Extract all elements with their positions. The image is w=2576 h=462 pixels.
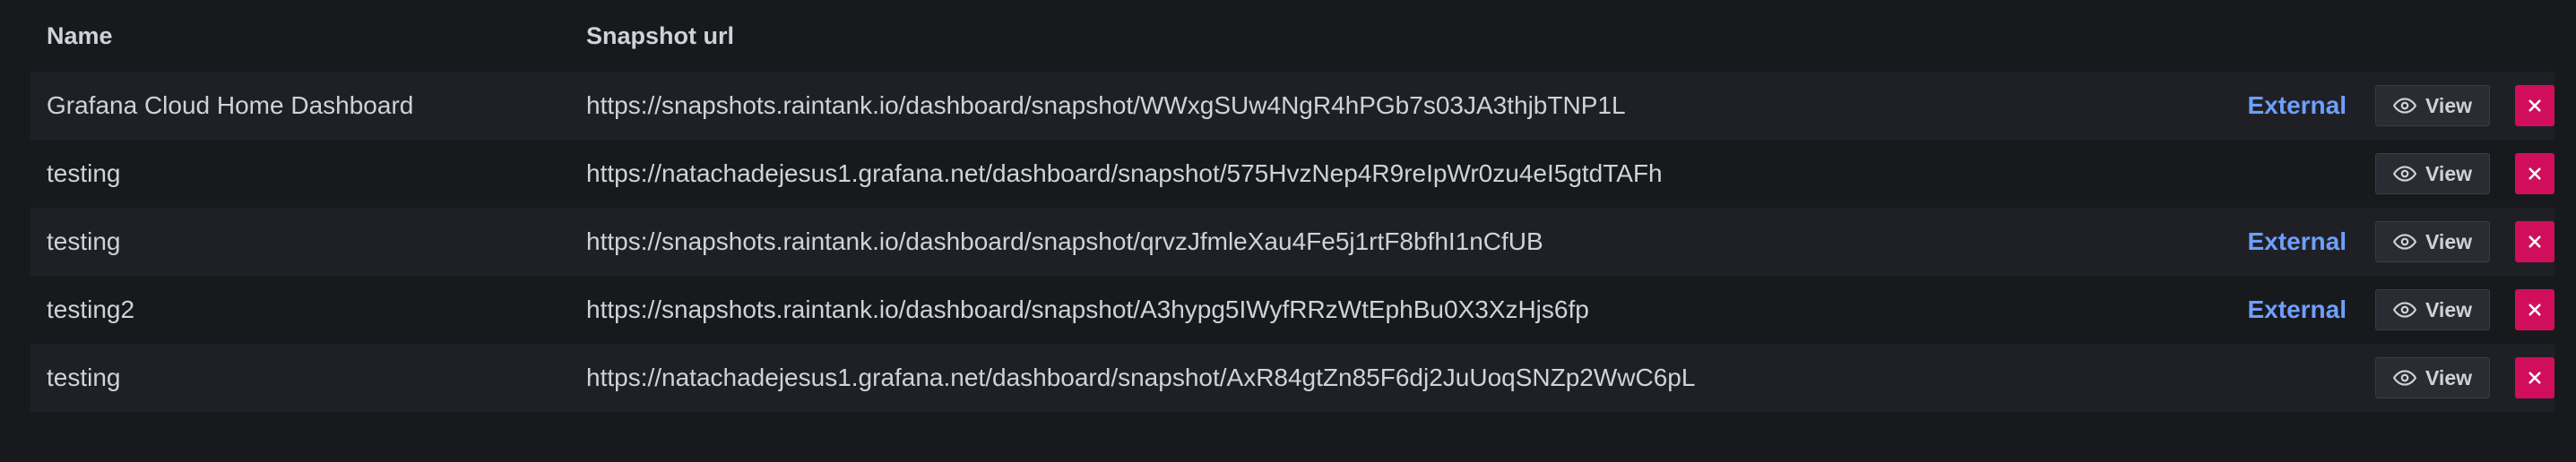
close-icon bbox=[2528, 235, 2541, 248]
snapshot-name: testing bbox=[47, 364, 121, 391]
snapshot-name: testing bbox=[47, 159, 121, 187]
view-button-label: View bbox=[2425, 161, 2472, 185]
table-row: testing https://natachadejesus1.grafana.… bbox=[30, 140, 2554, 208]
view-button[interactable]: View bbox=[2375, 85, 2490, 126]
view-button-label: View bbox=[2425, 365, 2472, 389]
delete-button[interactable] bbox=[2515, 153, 2554, 194]
view-button-label: View bbox=[2425, 297, 2472, 321]
table-row: testing https://snapshots.raintank.io/da… bbox=[30, 208, 2554, 276]
close-icon bbox=[2528, 167, 2541, 180]
column-header-snapshot-url: Snapshot url bbox=[586, 21, 735, 49]
snapshot-name: Grafana Cloud Home Dashboard bbox=[47, 91, 414, 119]
view-button-label: View bbox=[2425, 93, 2472, 117]
delete-button[interactable] bbox=[2515, 357, 2554, 398]
snapshot-url-link[interactable]: https://natachadejesus1.grafana.net/dash… bbox=[586, 159, 2230, 188]
close-icon bbox=[2528, 99, 2541, 112]
view-button[interactable]: View bbox=[2375, 221, 2490, 262]
snapshot-url-link[interactable]: https://snapshots.raintank.io/dashboard/… bbox=[586, 227, 2230, 256]
eye-icon bbox=[2393, 302, 2416, 318]
view-button-label: View bbox=[2425, 229, 2472, 253]
external-link[interactable]: External bbox=[2230, 227, 2375, 256]
delete-button[interactable] bbox=[2515, 221, 2554, 262]
snapshot-name: testing2 bbox=[47, 295, 135, 323]
snapshot-url-link[interactable]: https://snapshots.raintank.io/dashboard/… bbox=[586, 295, 2230, 324]
delete-button[interactable] bbox=[2515, 289, 2554, 330]
snapshots-table: Name Snapshot url Grafana Cloud Home Das… bbox=[30, 0, 2554, 412]
view-button[interactable]: View bbox=[2375, 289, 2490, 330]
view-button[interactable]: View bbox=[2375, 357, 2490, 398]
eye-icon bbox=[2393, 370, 2416, 386]
close-icon bbox=[2528, 304, 2541, 316]
table-row: testing2 https://snapshots.raintank.io/d… bbox=[30, 276, 2554, 344]
snapshot-url-link[interactable]: https://snapshots.raintank.io/dashboard/… bbox=[586, 91, 2230, 120]
snapshot-url-link[interactable]: https://natachadejesus1.grafana.net/dash… bbox=[586, 364, 2230, 392]
eye-icon bbox=[2393, 166, 2416, 182]
table-header: Name Snapshot url bbox=[30, 0, 2554, 72]
close-icon bbox=[2528, 372, 2541, 384]
delete-button[interactable] bbox=[2515, 85, 2554, 126]
eye-icon bbox=[2393, 234, 2416, 250]
table-row: testing https://natachadejesus1.grafana.… bbox=[30, 344, 2554, 412]
external-link[interactable]: External bbox=[2230, 295, 2375, 324]
snapshot-name: testing bbox=[47, 227, 121, 255]
view-button[interactable]: View bbox=[2375, 153, 2490, 194]
table-row: Grafana Cloud Home Dashboard https://sna… bbox=[30, 72, 2554, 140]
external-link[interactable]: External bbox=[2230, 91, 2375, 120]
column-header-name: Name bbox=[47, 21, 113, 49]
eye-icon bbox=[2393, 98, 2416, 114]
